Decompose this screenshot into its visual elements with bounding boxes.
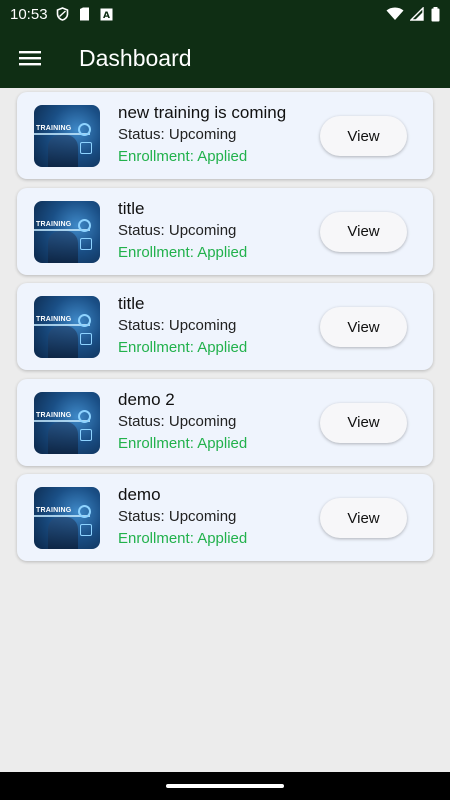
app-bar: Dashboard	[0, 28, 450, 88]
person-silhouette	[48, 230, 78, 263]
system-navigation-bar	[0, 772, 450, 800]
thumbnail-text: TRAINING	[36, 411, 72, 419]
text-a-icon: A	[100, 7, 114, 21]
hamburger-menu-icon[interactable]	[0, 28, 60, 88]
sd-card-icon	[78, 7, 92, 21]
home-gesture-bar[interactable]	[166, 784, 284, 788]
training-title: demo	[118, 485, 161, 504]
chart-icon	[80, 237, 92, 250]
training-enrollment: Enrollment: Applied	[118, 434, 248, 452]
target-icon	[78, 123, 91, 136]
chart-icon	[80, 428, 92, 441]
training-info: demo Status: Upcoming Enrollment: Applie…	[118, 484, 247, 550]
signal-icon	[410, 7, 424, 21]
dashboard-screen: 10:53 A Dashboard TRAINING new training …	[0, 0, 450, 800]
view-button[interactable]: View	[320, 116, 407, 156]
thumbnail-text: TRAINING	[36, 507, 72, 514]
training-status: Status: Upcoming	[118, 508, 237, 525]
training-enrollment: Enrollment: Applied	[118, 243, 248, 261]
training-info: title Status: Upcoming Enrollment: Appli…	[118, 293, 247, 359]
training-status: Status: Upcoming	[118, 221, 237, 239]
training-info: new training is coming Status: Upcoming …	[118, 102, 286, 168]
person-silhouette	[48, 326, 78, 358]
status-right	[386, 6, 440, 21]
training-status: Status: Upcoming	[118, 126, 237, 143]
chart-icon	[80, 333, 92, 345]
chart-icon	[80, 142, 92, 154]
target-icon	[78, 314, 91, 327]
status-bar: 10:53 A	[0, 0, 450, 28]
thumbnail-text: TRAINING	[36, 220, 72, 228]
training-enrollment: Enrollment: Applied	[118, 339, 248, 356]
battery-icon	[430, 6, 440, 21]
person-silhouette	[48, 517, 78, 549]
training-list: TRAINING new training is coming Status: …	[17, 92, 433, 570]
person-silhouette	[48, 135, 78, 167]
training-enrollment: Enrollment: Applied	[118, 148, 248, 165]
training-status: Status: Upcoming	[118, 317, 237, 334]
training-card[interactable]: TRAINING demo 2 Status: Upcoming Enrollm…	[17, 378, 433, 466]
shield-icon	[56, 7, 70, 21]
view-button[interactable]: View	[320, 307, 407, 347]
training-title: new training is coming	[118, 103, 287, 122]
training-title: title	[118, 294, 145, 313]
target-icon	[78, 409, 91, 423]
page-title: Dashboard	[79, 44, 192, 71]
status-time: 10:53	[10, 5, 48, 23]
person-silhouette	[48, 421, 78, 454]
training-thumbnail: TRAINING	[34, 105, 100, 167]
view-button[interactable]: View	[320, 498, 407, 538]
training-title: title	[118, 198, 145, 218]
training-thumbnail: TRAINING	[34, 391, 100, 454]
view-button[interactable]: View	[320, 402, 407, 443]
training-thumbnail: TRAINING	[34, 487, 100, 549]
wifi-icon	[386, 7, 404, 21]
status-left: 10:53 A	[10, 6, 114, 23]
chart-icon	[80, 524, 92, 536]
thumbnail-text: TRAINING	[36, 125, 72, 132]
training-card[interactable]: TRAINING demo Status: Upcoming Enrollmen…	[17, 474, 433, 561]
training-title: demo 2	[118, 389, 175, 409]
training-thumbnail: TRAINING	[34, 200, 100, 263]
training-card[interactable]: TRAINING new training is coming Status: …	[17, 92, 433, 179]
target-icon	[78, 218, 91, 232]
target-icon	[78, 505, 91, 518]
training-enrollment: Enrollment: Applied	[118, 530, 248, 547]
view-button[interactable]: View	[320, 211, 407, 252]
training-info: demo 2 Status: Upcoming Enrollment: Appl…	[118, 389, 247, 455]
training-info: title Status: Upcoming Enrollment: Appli…	[118, 198, 247, 264]
training-card[interactable]: TRAINING title Status: Upcoming Enrollme…	[17, 283, 433, 370]
training-status: Status: Upcoming	[118, 412, 237, 430]
training-card[interactable]: TRAINING title Status: Upcoming Enrollme…	[17, 187, 433, 275]
svg-text:A: A	[103, 11, 110, 21]
thumbnail-text: TRAINING	[36, 316, 72, 323]
training-thumbnail: TRAINING	[34, 296, 100, 358]
